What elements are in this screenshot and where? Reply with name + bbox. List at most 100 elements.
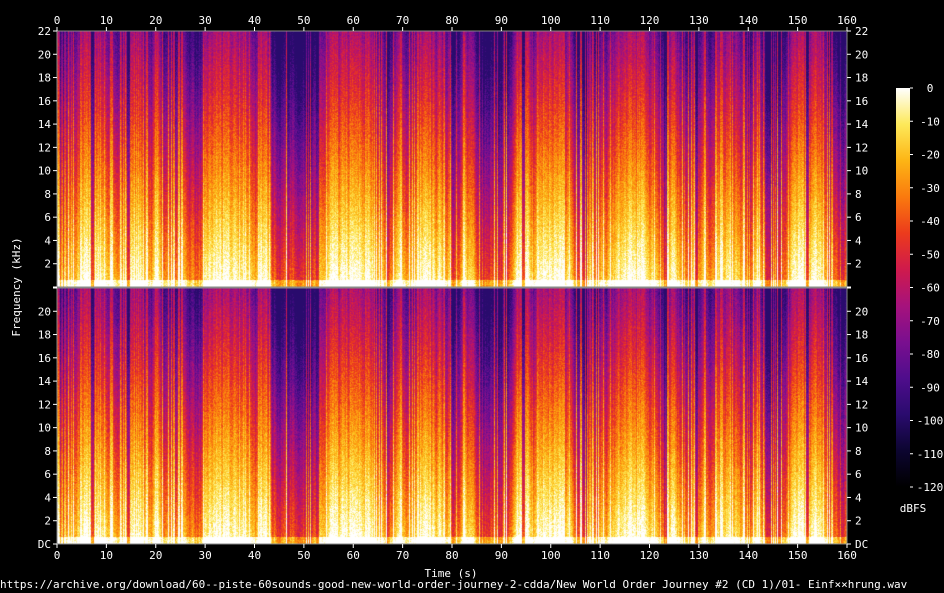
y-tick-label-left: 8	[44, 445, 51, 458]
x-tick-label-bottom: 160	[837, 549, 857, 562]
x-tick-label-top: 120	[640, 14, 660, 27]
y-tick-label-right: 22	[855, 25, 868, 38]
colorbar-title: dBFS	[900, 502, 927, 515]
y-tick-label-right: 18	[855, 72, 868, 85]
y-tick-label-right: 6	[855, 211, 862, 224]
x-tick-label-bottom: 60	[347, 549, 360, 562]
spectrogram-image	[57, 288, 847, 544]
x-tick-label-bottom: 110	[590, 549, 610, 562]
x-tick-label-top: 150	[788, 14, 808, 27]
x-tick-label-top: 30	[199, 14, 212, 27]
y-tick-label-left: 4	[44, 234, 51, 247]
y-tick-label-left: 12	[38, 141, 51, 154]
y-tick-label-right: 4	[855, 491, 862, 504]
x-tick-label-bottom: 100	[541, 549, 561, 562]
x-tick-label-top: 100	[541, 14, 561, 27]
y-tick-label-right: DC	[855, 538, 868, 551]
y-tick-label-right: 16	[855, 95, 868, 108]
y-tick-label-left: 14	[38, 375, 52, 388]
x-tick-label-top: 160	[837, 14, 857, 27]
x-tick-label-top: 10	[100, 14, 113, 27]
x-tick-label-bottom: 120	[640, 549, 660, 562]
y-tick-label-left: 18	[38, 72, 51, 85]
x-tick-label-top: 0	[54, 14, 61, 27]
x-tick-label-bottom: 90	[495, 549, 508, 562]
x-tick-label-top: 110	[590, 14, 610, 27]
x-tick-label-top: 40	[248, 14, 261, 27]
y-tick-label-right: 8	[855, 445, 862, 458]
colorbar-tick-label: -30	[920, 182, 940, 195]
colorbar-tick-label: 0	[927, 82, 934, 95]
y-tick-label-left: 2	[44, 515, 51, 528]
y-tick-label-right: 2	[855, 258, 862, 271]
colorbar-tick-label: -50	[920, 248, 940, 261]
x-tick-label-top: 90	[495, 14, 508, 27]
y-tick-label-left: DC	[38, 538, 51, 551]
y-tick-label-right: 10	[855, 165, 868, 178]
x-tick-label-top: 50	[297, 14, 310, 27]
colorbar-tick-label: -70	[920, 315, 940, 328]
x-tick-label-bottom: 70	[396, 549, 409, 562]
y-tick-label-right: 12	[855, 398, 868, 411]
source-file-path: https://archive.org/download/60--piste-6…	[0, 578, 908, 591]
x-tick-label-bottom: 140	[738, 549, 758, 562]
y-axis-title: Frequency (kHz)	[10, 237, 23, 336]
x-tick-label-bottom: 10	[100, 549, 113, 562]
colorbar-tick-label: -60	[920, 282, 940, 295]
y-tick-label-right: 4	[855, 234, 862, 247]
colorbar: 0 -10 -20 -30 -40 -50 -60 -70 -80 -90 -100 -110 -120	[896, 82, 943, 494]
y-tick-label-left: 10	[38, 165, 51, 178]
y-tick-label-left: 8	[44, 188, 51, 201]
x-tick-label-bottom: 50	[297, 549, 310, 562]
x-tick-label-top: 80	[445, 14, 458, 27]
y-tick-label-right: 18	[855, 329, 868, 342]
y-tick-label-left: 18	[38, 329, 51, 342]
x-tick-label-top: 140	[738, 14, 758, 27]
x-tick-label-top: 60	[347, 14, 360, 27]
y-tick-label-right: 14	[855, 118, 869, 131]
colorbar-tick-label: -40	[920, 215, 940, 228]
x-tick-label-bottom: 130	[689, 549, 709, 562]
y-tick-label-left: 16	[38, 95, 51, 108]
spectrogram-channel-2	[56, 287, 848, 545]
colorbar-tick-label: -110	[917, 448, 944, 461]
colorbar-tick-label: -120	[917, 481, 944, 494]
y-tick-label-left: 12	[38, 398, 51, 411]
y-tick-label-left: 14	[38, 118, 52, 131]
y-tick-label-left: 10	[38, 422, 51, 435]
spectrogram-image	[57, 31, 847, 287]
y-tick-label-right: 8	[855, 188, 862, 201]
x-tick-label-bottom: 20	[149, 549, 162, 562]
y-tick-label-right: 6	[855, 468, 862, 481]
colorbar-tick-label: -10	[920, 115, 940, 128]
y-tick-label-left: 20	[38, 48, 51, 61]
y-tick-label-right: 20	[855, 305, 868, 318]
colorbar-scale	[896, 88, 910, 487]
y-tick-label-left: 2	[44, 258, 51, 271]
y-tick-label-left: 4	[44, 491, 51, 504]
y-tick-label-right: 2	[855, 515, 862, 528]
y-tick-label-right: 20	[855, 48, 868, 61]
colorbar-tick-label: -100	[917, 415, 944, 428]
y-tick-label-left: 22	[38, 25, 51, 38]
y-tick-label-left: 16	[38, 352, 51, 365]
colorbar-tick-label: -80	[920, 348, 940, 361]
x-tick-label-top: 70	[396, 14, 409, 27]
y-tick-label-right: 10	[855, 422, 868, 435]
spectrogram-figure: 0010102020303040405050606070708080909010…	[10, 14, 943, 580]
y-tick-label-left: 6	[44, 211, 51, 224]
x-tick-label-bottom: 150	[788, 549, 808, 562]
y-tick-label-left: 6	[44, 468, 51, 481]
x-tick-label-bottom: 40	[248, 549, 261, 562]
y-tick-label-right: 12	[855, 141, 868, 154]
y-tick-label-right: 14	[855, 375, 869, 388]
x-tick-label-bottom: 30	[199, 549, 212, 562]
colorbar-tick-label: -20	[920, 149, 940, 162]
spectrogram-channel-1	[56, 30, 848, 288]
x-tick-label-bottom: 80	[445, 549, 458, 562]
y-tick-label-left: 20	[38, 305, 51, 318]
y-tick-label-right: 16	[855, 352, 868, 365]
x-tick-label-bottom: 0	[54, 549, 61, 562]
x-tick-label-top: 20	[149, 14, 162, 27]
x-tick-label-top: 130	[689, 14, 709, 27]
